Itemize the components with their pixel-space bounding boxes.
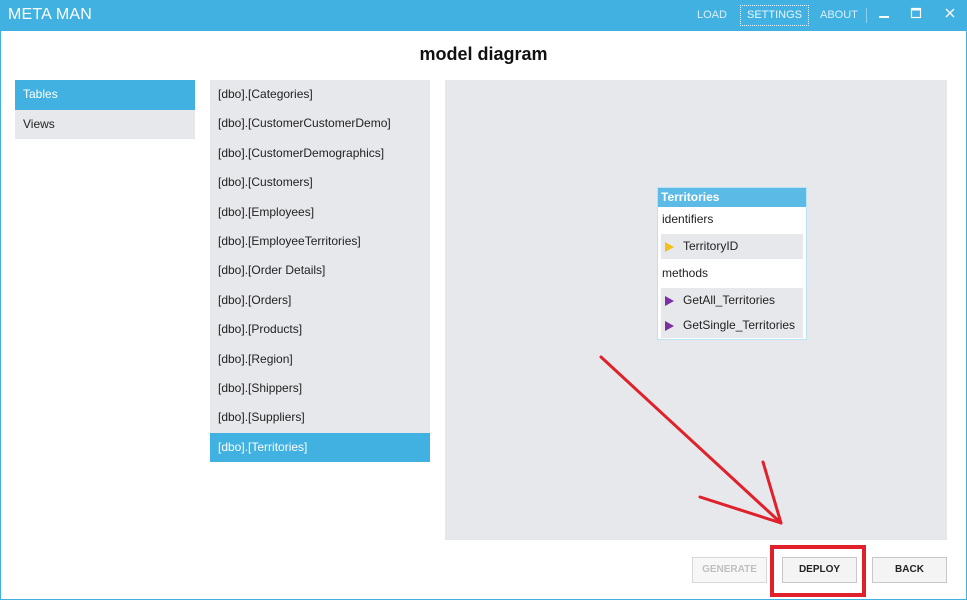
annotation-arrow-icon — [599, 355, 783, 525]
